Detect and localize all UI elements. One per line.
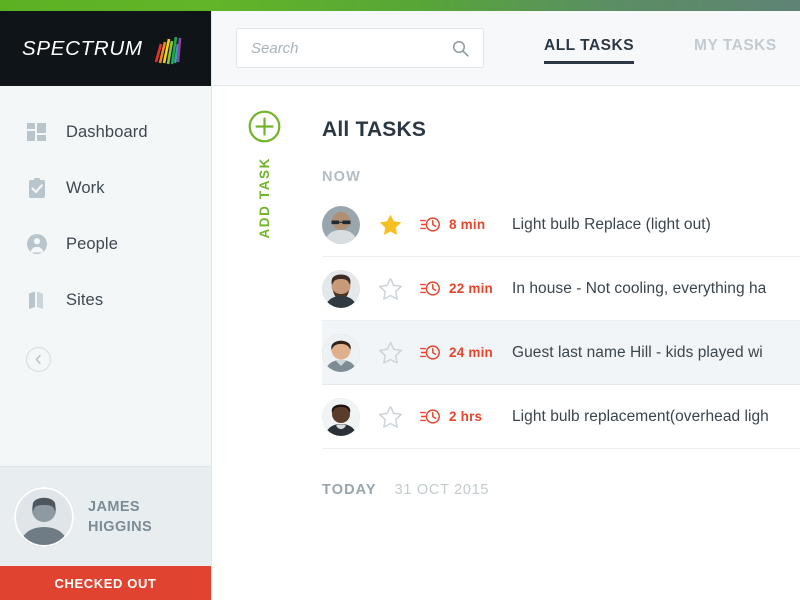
sidebar-item-work[interactable]: Work xyxy=(0,160,211,216)
brand-logo[interactable]: SPECTRUM xyxy=(0,11,211,86)
sidebar-item-label: Work xyxy=(66,178,105,197)
page-title: All TASKS xyxy=(322,118,427,141)
star-outline-icon xyxy=(378,341,402,364)
time-remaining: 24 min xyxy=(420,344,512,361)
time-label: 2 hrs xyxy=(449,409,483,424)
status-badge-checked-out[interactable]: CHECKED OUT xyxy=(0,566,211,600)
clock-urgent-icon xyxy=(420,345,440,360)
top-gradient-bar xyxy=(0,0,800,11)
grid-icon xyxy=(24,119,50,145)
plus-circle-icon xyxy=(248,110,280,143)
sidebar-collapse-button[interactable] xyxy=(26,347,51,372)
app-window: SPECTRUM Dashboard Work People Sites JAM… xyxy=(0,0,800,600)
time-remaining: 2 hrs xyxy=(420,408,512,425)
avatar xyxy=(14,486,74,547)
section-header-now: NOW xyxy=(322,169,362,185)
today-label: TODAY xyxy=(322,482,377,498)
clock-urgent-icon xyxy=(420,217,440,232)
star-outline-icon xyxy=(378,405,402,428)
star-filled-icon xyxy=(379,214,401,235)
sidebar-item-label: Sites xyxy=(66,290,104,309)
star-outline-icon xyxy=(378,277,402,300)
collapse-wrap xyxy=(0,328,211,372)
task-panel: All TASKS NOW 8 min Light bulb Replace (… xyxy=(322,86,800,498)
header-tabs: ALL TASKS MY TASKS xyxy=(544,11,800,85)
user-first-name: JAMES xyxy=(88,498,140,515)
time-label: 22 min xyxy=(449,281,493,296)
spectrum-bars-icon xyxy=(154,36,181,64)
time-label: 24 min xyxy=(449,345,493,360)
search-icon[interactable] xyxy=(452,40,469,57)
time-remaining: 8 min xyxy=(420,216,512,233)
clock-urgent-icon xyxy=(420,409,440,424)
table-row[interactable]: 2 hrs Light bulb replacement(overhead li… xyxy=(322,385,800,449)
section-header-today: TODAY 31 OCT 2015 xyxy=(322,482,800,498)
star-toggle[interactable] xyxy=(360,341,420,365)
clipboard-check-icon xyxy=(24,175,50,201)
table-row[interactable]: 8 min Light bulb Replace (light out) xyxy=(322,193,800,257)
clock-urgent-icon xyxy=(420,281,440,296)
avatar xyxy=(322,397,360,436)
avatar xyxy=(322,333,360,372)
task-title: Light bulb Replace (light out) xyxy=(512,215,711,233)
sidebar-item-sites[interactable]: Sites xyxy=(0,272,211,328)
brand-name: SPECTRUM xyxy=(22,36,143,60)
task-list: 8 min Light bulb Replace (light out) 22 … xyxy=(322,193,800,449)
main-content: ADD TASK All TASKS NOW 8 min Light bulb … xyxy=(212,86,800,600)
table-row[interactable]: 24 min Guest last name Hill - kids playe… xyxy=(322,321,800,385)
task-title: Guest last name Hill - kids played wi xyxy=(512,343,763,361)
avatar xyxy=(322,269,360,308)
table-row[interactable]: 22 min In house - Not cooling, everythin… xyxy=(322,257,800,321)
search-box[interactable] xyxy=(236,28,484,68)
star-toggle[interactable] xyxy=(360,277,420,301)
sidebar-item-dashboard[interactable]: Dashboard xyxy=(0,104,211,160)
chevron-left-icon xyxy=(35,354,41,365)
sidebar-item-label: Dashboard xyxy=(66,122,148,141)
map-icon xyxy=(24,287,50,313)
time-label: 8 min xyxy=(449,217,486,232)
tab-all-tasks[interactable]: ALL TASKS xyxy=(544,37,635,64)
sidebar-item-people[interactable]: People xyxy=(0,216,211,272)
sidebar-item-label: People xyxy=(66,234,118,253)
sidebar-nav: Dashboard Work People Sites xyxy=(0,86,211,328)
sidebar: SPECTRUM Dashboard Work People Sites JAM… xyxy=(0,11,212,600)
task-title: Light bulb replacement(overhead ligh xyxy=(512,407,769,425)
sidebar-user-profile[interactable]: JAMES HIGGINS xyxy=(0,466,211,566)
task-title: In house - Not cooling, everything ha xyxy=(512,279,767,297)
time-remaining: 22 min xyxy=(420,280,512,297)
star-toggle[interactable] xyxy=(360,405,420,429)
avatar xyxy=(322,205,360,244)
add-task-button[interactable]: ADD TASK xyxy=(239,110,289,239)
person-icon xyxy=(24,231,50,257)
user-name: JAMES HIGGINS xyxy=(88,497,152,537)
today-date: 31 OCT 2015 xyxy=(394,482,490,498)
tab-my-tasks[interactable]: MY TASKS xyxy=(694,37,777,60)
star-toggle[interactable] xyxy=(360,213,420,237)
search-input[interactable] xyxy=(251,39,452,57)
user-last-name: HIGGINS xyxy=(88,518,153,535)
add-task-label: ADD TASK xyxy=(256,157,272,239)
header-bar: ALL TASKS MY TASKS xyxy=(212,11,800,86)
